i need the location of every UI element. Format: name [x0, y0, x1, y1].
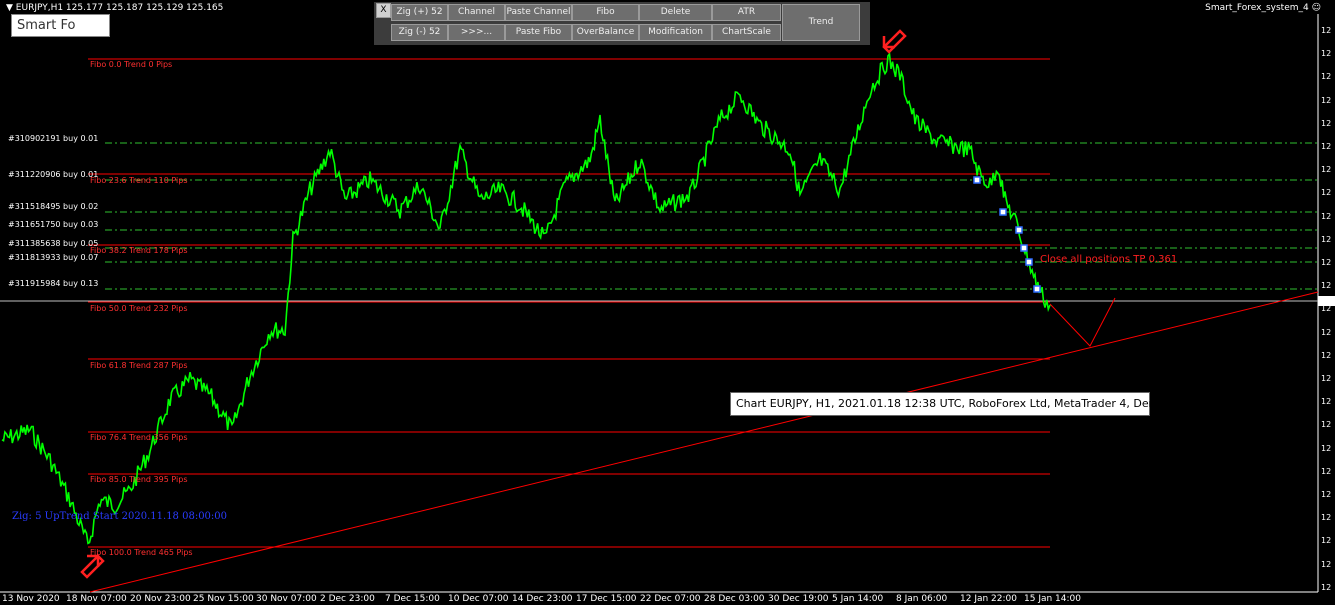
price-axis-label: 12	[1321, 583, 1331, 592]
price-axis-label: 12	[1321, 304, 1331, 313]
order-label: #311651750 buy 0.03	[8, 220, 98, 229]
time-axis-label: 10 Dec 07:00	[448, 594, 509, 604]
tool-panel: X Zig (+) 52 Channel Paste Channel Fibo …	[374, 2, 870, 45]
time-axis-label: 7 Dec 15:00	[385, 594, 440, 604]
time-axis-label: 20 Nov 23:00	[130, 594, 191, 604]
paste-fibo-button[interactable]: Paste Fibo	[505, 24, 572, 41]
price-axis-label: 12	[1321, 328, 1331, 337]
entry-marker	[1020, 244, 1028, 252]
fibo-label: Fibo 38.2 Trend 178 Pips	[90, 246, 187, 255]
entry-marker	[973, 176, 981, 184]
paste-channel-button[interactable]: Paste Channel	[505, 4, 572, 21]
fibo-label: Fibo 100.0 Trend 465 Pips	[90, 548, 193, 557]
fibo-levels	[88, 58, 1050, 548]
zig-status-text: Zig: 5 UpTrend Start 2020.11.18 08:00:00	[12, 511, 227, 522]
modification-button[interactable]: Modification	[639, 24, 712, 41]
time-axis-label: 15 Jan 14:00	[1024, 594, 1081, 604]
order-label: #311915984 buy 0.13	[8, 279, 98, 288]
price-series	[1, 51, 1051, 545]
entry-marker	[999, 208, 1007, 216]
price-axis-label: 12	[1321, 188, 1331, 197]
smart-forex-box[interactable]: Smart Fo	[11, 14, 110, 37]
price-axis-label: 12	[1321, 72, 1331, 81]
fibo-label: Fibo 50.0 Trend 232 Pips	[90, 304, 187, 313]
close-panel-button[interactable]: X	[376, 3, 391, 18]
price-axis-label: 12	[1321, 165, 1331, 174]
price-axis-label: 12	[1321, 49, 1331, 58]
price-axis-label: 12	[1321, 467, 1331, 476]
price-axis-label: 12	[1321, 536, 1331, 545]
channel-button[interactable]: Channel	[448, 4, 505, 21]
price-axis-label: 12	[1321, 560, 1331, 569]
price-axis-label: 12	[1321, 420, 1331, 429]
chart-info-tooltip: Chart EURJPY, H1, 2021.01.18 12:38 UTC, …	[730, 392, 1166, 416]
fibo-label: Fibo 85.0 Trend 395 Pips	[90, 475, 187, 484]
trend-button[interactable]: Trend	[782, 4, 860, 41]
fibo-label: Fibo 76.4 Trend 356 Pips	[90, 433, 187, 442]
time-axis-label: 2 Dec 23:00	[320, 594, 375, 604]
time-axis-label: 30 Nov 07:00	[256, 594, 317, 604]
entry-marker	[1033, 285, 1041, 293]
time-axis-label: 14 Dec 23:00	[512, 594, 573, 604]
time-axis-label: 17 Dec 15:00	[576, 594, 637, 604]
entry-marker	[1025, 258, 1033, 266]
entry-markers	[973, 176, 1041, 293]
time-axis-label: 13 Nov 2020	[2, 594, 60, 604]
zig-minus-button[interactable]: Zig (-) 52	[391, 24, 448, 41]
time-axis-label: 22 Dec 07:00	[640, 594, 701, 604]
price-chart[interactable]: Fibo 0.0 Trend 0 Pips Fibo 23.6 Trend 11…	[0, 0, 1335, 605]
order-label: #311220906 buy 0.01	[8, 170, 98, 179]
overbalance-button[interactable]: OverBalance	[572, 24, 639, 41]
fibo-label: Fibo 23.6 Trend 110 Pips	[90, 176, 187, 185]
price-axis-label: 12	[1321, 258, 1331, 267]
atr-button[interactable]: ATR	[712, 4, 781, 21]
price-axis-label: 12	[1321, 96, 1331, 105]
order-label: #311518495 buy 0.02	[8, 202, 98, 211]
price-axis-label: 12	[1321, 119, 1331, 128]
indicator-name: Smart_Forex_system_4	[1205, 3, 1309, 13]
delete-button[interactable]: Delete	[639, 4, 712, 21]
close-positions-text: Close all positions TP 0.361	[1040, 254, 1177, 265]
time-axis-label: 25 Nov 15:00	[193, 594, 254, 604]
price-axis-label: 12	[1321, 513, 1331, 522]
fibo-label: Fibo 61.8 Trend 287 Pips	[90, 361, 187, 370]
chartscale-button[interactable]: ChartScale	[712, 24, 781, 41]
time-axis-label: 8 Jan 06:00	[896, 594, 948, 604]
symbol-quote: EURJPY,H1 125.177 125.187 125.129 125.16…	[15, 3, 224, 13]
next-button[interactable]: >>>...	[448, 24, 505, 41]
smiley-icon: ☺	[1311, 3, 1321, 13]
time-axis-label: 18 Nov 07:00	[66, 594, 127, 604]
order-label: #311813933 buy 0.07	[8, 253, 98, 262]
order-label: #310902191 buy 0.01	[8, 134, 98, 143]
dropdown-triangle-icon[interactable]: ▼	[6, 3, 13, 13]
indicator-header: Smart_Forex_system_4 ☺	[1205, 3, 1321, 13]
price-axis-label: 12	[1321, 374, 1331, 383]
price-axis-label: 12	[1321, 142, 1331, 151]
time-axis-label: 12 Jan 22:00	[960, 594, 1017, 604]
tp-projection	[1049, 297, 1116, 347]
time-axis-label: 30 Dec 19:00	[768, 594, 829, 604]
order-label: #311385638 buy 0.05	[8, 239, 98, 248]
price-axis-label: 12	[1321, 26, 1331, 35]
price-axis-label: 12	[1321, 351, 1331, 360]
time-axis-label: 5 Jan 14:00	[832, 594, 884, 604]
order-lines	[105, 142, 1318, 290]
price-axis-label: 12	[1321, 444, 1331, 453]
entry-marker	[1015, 226, 1023, 234]
price-axis-label: 12	[1321, 490, 1331, 499]
time-axis-label: 28 Dec 03:00	[704, 594, 765, 604]
price-axis-label: 12	[1321, 397, 1331, 406]
down-arrow-icon	[882, 29, 907, 54]
up-arrow-icon	[80, 554, 105, 579]
smart-box-label: Smart Fo	[17, 18, 76, 33]
zig-plus-button[interactable]: Zig (+) 52	[391, 4, 448, 21]
symbol-header: ▼ EURJPY,H1 125.177 125.187 125.129 125.…	[6, 3, 223, 13]
fibo-button[interactable]: Fibo	[572, 4, 639, 21]
price-axis-label: 12	[1321, 281, 1331, 290]
fibo-label: Fibo 0.0 Trend 0 Pips	[90, 60, 172, 69]
price-axis-label: 12	[1321, 212, 1331, 221]
price-axis-label: 12	[1321, 235, 1331, 244]
